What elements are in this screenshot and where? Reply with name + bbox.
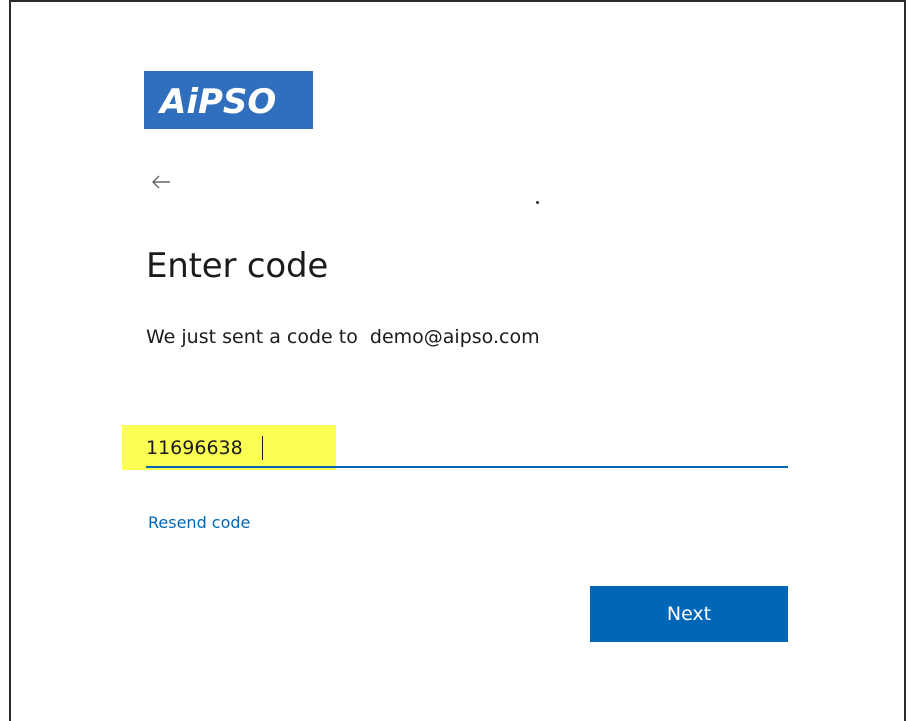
code-sent-message: We just sent a code to demo@aipso.com	[146, 326, 540, 348]
arrow-left-icon	[152, 175, 170, 189]
next-button[interactable]: Next	[590, 586, 788, 642]
aipso-logo: AiPSO	[144, 71, 313, 129]
back-button[interactable]	[150, 171, 172, 193]
stray-dot	[536, 201, 539, 204]
recipient-email: demo@aipso.com	[369, 326, 540, 348]
resend-code-link[interactable]: Resend code	[148, 513, 250, 532]
code-sent-prefix: We just sent a code to	[146, 326, 358, 348]
aipso-logo-mark: AiPSO	[157, 82, 276, 120]
text-cursor	[262, 436, 263, 460]
svg-text:AiPSO: AiPSO	[157, 82, 276, 120]
code-input[interactable]	[146, 430, 788, 468]
page-title: Enter code	[146, 246, 329, 286]
